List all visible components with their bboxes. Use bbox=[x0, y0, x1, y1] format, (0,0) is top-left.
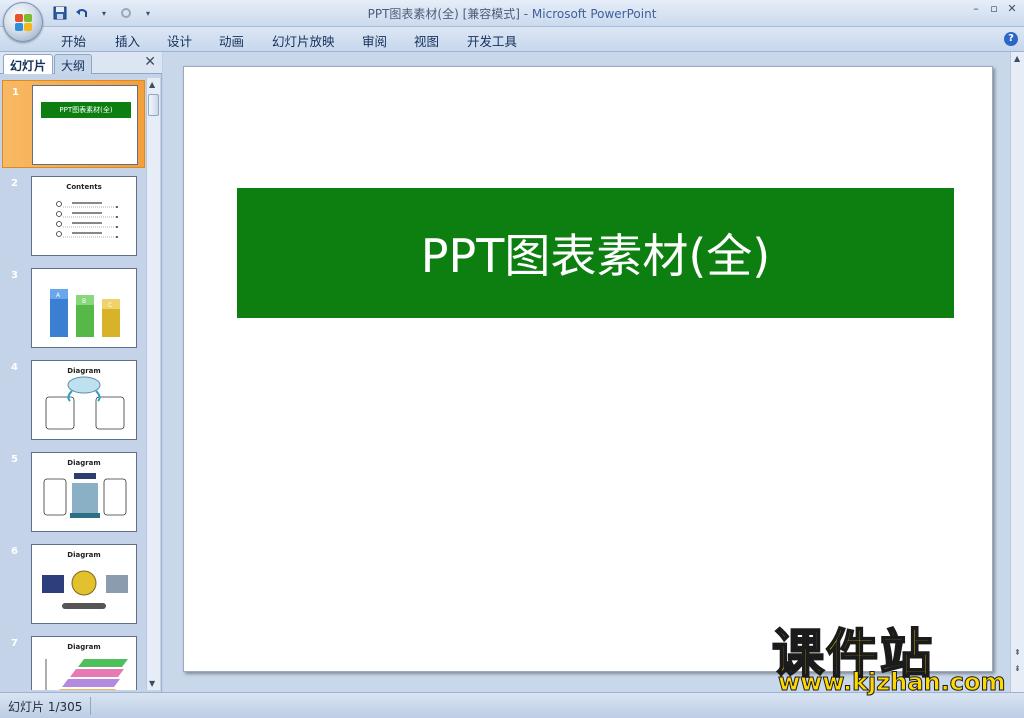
tab-design[interactable]: 设计 bbox=[167, 31, 192, 50]
scroll-up-icon[interactable]: ▲ bbox=[1014, 54, 1020, 63]
watermark-url: www.kjzhan.com bbox=[777, 668, 1006, 697]
thumbnail-image: ABC bbox=[31, 268, 137, 348]
thumbnail-number: 3 bbox=[11, 270, 18, 281]
thumbnail-slide-4[interactable]: 4 Diagram bbox=[2, 356, 145, 444]
slide-title[interactable]: PPT图表素材(全) bbox=[421, 220, 770, 286]
next-slide-icon[interactable]: ⇟ bbox=[1014, 664, 1021, 673]
previous-slide-icon[interactable]: ⇞ bbox=[1014, 648, 1021, 657]
thumbnail-slide-6[interactable]: 6 Diagram bbox=[2, 540, 145, 628]
thumbnail-number: 4 bbox=[11, 362, 18, 373]
svg-text:B: B bbox=[82, 298, 86, 305]
tab-view[interactable]: 视图 bbox=[414, 31, 439, 50]
thumbnail-number: 5 bbox=[11, 454, 18, 465]
thumbnail-scrollbar[interactable]: ▲ ▼ bbox=[146, 78, 160, 690]
tab-insert[interactable]: 插入 bbox=[115, 31, 140, 50]
editor-scrollbar[interactable]: ▲ ⇞ ⇟ bbox=[1010, 52, 1024, 692]
tab-slides[interactable]: 幻灯片 bbox=[3, 54, 54, 74]
thumbnail-title: PPT图表素材(全) bbox=[41, 102, 131, 118]
tab-outline[interactable]: 大纲 bbox=[54, 54, 93, 74]
diagram-graphic bbox=[42, 570, 128, 609]
tab-home[interactable]: 开始 bbox=[61, 31, 86, 50]
thumbnail-number: 7 bbox=[11, 638, 18, 649]
thumbnail-image: Diagram bbox=[31, 360, 137, 440]
help-icon[interactable]: ? bbox=[1004, 32, 1018, 46]
slide-editor: PPT图表素材(全) ▲ ⇞ ⇟ bbox=[163, 52, 1024, 692]
thumbnail-number: 2 bbox=[11, 178, 18, 189]
thumbnail-image: Contents bbox=[31, 176, 137, 256]
tab-animations[interactable]: 动画 bbox=[219, 31, 244, 50]
thumbnail-slide-1[interactable]: 1 PPT图表素材(全) bbox=[2, 80, 145, 168]
restore-icon[interactable]: ▫ bbox=[988, 2, 1000, 15]
tab-slide-show[interactable]: 幻灯片放映 bbox=[272, 31, 335, 50]
svg-text:C: C bbox=[108, 302, 112, 309]
title-banner[interactable]: PPT图表素材(全) bbox=[237, 188, 954, 318]
slides-pane: 幻灯片 大纲 ✕ 1 PPT图表素材(全) 2 Contents 3 A B C… bbox=[0, 52, 162, 692]
title-bar: ▾ ▾ PPT图表素材(全) [兼容模式] - Microsoft PowerP… bbox=[0, 0, 1024, 27]
thumbnail-slide-2[interactable]: 2 Contents bbox=[2, 172, 145, 260]
thumbnail-number: 6 bbox=[11, 546, 18, 557]
status-divider bbox=[90, 697, 91, 715]
slide-counter: 幻灯片 1/305 bbox=[8, 700, 83, 714]
pane-tabs: 幻灯片 大纲 ✕ bbox=[0, 52, 162, 74]
window-title: PPT图表素材(全) [兼容模式] - Microsoft PowerPoint bbox=[367, 7, 657, 21]
ribbon-tabs: 开始 插入 设计 动画 幻灯片放映 审阅 视图 开发工具 ? bbox=[0, 27, 1024, 52]
scroll-up-icon[interactable]: ▲ bbox=[149, 80, 155, 89]
thumbnail-image: Diagram bbox=[31, 544, 137, 624]
thumbnail-slide-7[interactable]: 7 Diagram bbox=[2, 632, 145, 690]
close-icon[interactable]: ✕ bbox=[144, 54, 156, 70]
window-controls: – ▫ ✕ bbox=[970, 2, 1018, 15]
tab-developer[interactable]: 开发工具 bbox=[467, 31, 517, 50]
diagram-graphic bbox=[43, 473, 127, 518]
office-logo-icon bbox=[15, 14, 33, 32]
slide-canvas[interactable]: PPT图表素材(全) bbox=[183, 66, 993, 672]
thumbnail-image: Diagram bbox=[31, 636, 137, 690]
bar-blocks-graphic: ABC bbox=[50, 289, 120, 337]
scroll-down-icon[interactable]: ▼ bbox=[149, 679, 155, 688]
thumbnail-number: 1 bbox=[12, 87, 19, 98]
close-icon[interactable]: ✕ bbox=[1006, 2, 1018, 15]
thumbnail-image: PPT图表素材(全) bbox=[32, 85, 138, 165]
diagram-graphic bbox=[45, 376, 125, 430]
office-button[interactable] bbox=[3, 2, 43, 42]
contents-list-graphic bbox=[56, 201, 118, 238]
scroll-thumb[interactable] bbox=[148, 94, 159, 116]
thumbnail-list: 1 PPT图表素材(全) 2 Contents 3 A B C 4 Diagra… bbox=[2, 78, 145, 690]
tab-review[interactable]: 审阅 bbox=[362, 31, 387, 50]
diagram-graphic bbox=[45, 659, 128, 690]
minimize-icon[interactable]: – bbox=[970, 2, 982, 15]
thumbnail-image: Diagram bbox=[31, 452, 137, 532]
thumbnail-slide-3[interactable]: 3 ABC bbox=[2, 264, 145, 352]
thumbnail-slide-5[interactable]: 5 Diagram bbox=[2, 448, 145, 536]
watermark-logo: 课件站 www.kjzhan.com bbox=[771, 612, 1012, 697]
